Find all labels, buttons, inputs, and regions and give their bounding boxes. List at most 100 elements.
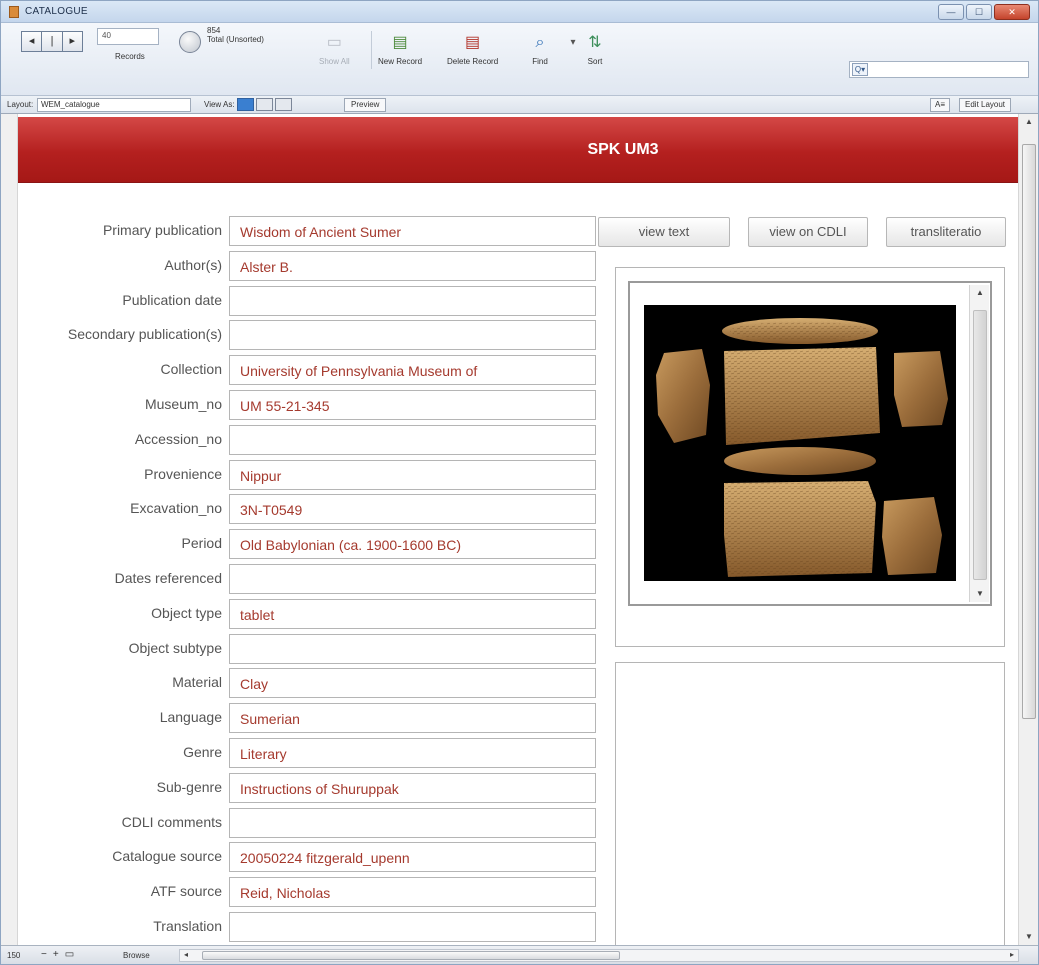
quick-find-input[interactable]: Q▾ <box>849 61 1029 78</box>
sort-icon: ⇅ <box>588 34 602 51</box>
field-label: Museum_no <box>144 396 222 412</box>
field-input[interactable]: Nippur <box>229 460 596 490</box>
book-icon: | <box>41 32 61 51</box>
field-input[interactable]: UM 55-21-345 <box>229 390 596 420</box>
field-label: Catalogue source <box>112 848 222 864</box>
table-view-button[interactable] <box>275 98 292 111</box>
catalogue-window: CATALOGUE — ☐ ✕ ◂ | ▸ 40 Records 854 Tot… <box>0 0 1039 965</box>
field-label: Collection <box>160 361 222 377</box>
field-input[interactable]: tablet <box>229 599 596 629</box>
preview-button[interactable]: Preview <box>344 98 387 112</box>
horizontal-scrollbar[interactable]: ◂ ▸ <box>179 949 1019 962</box>
field-label: CDLI comments <box>121 814 222 830</box>
delete-record-icon: ▤ <box>465 34 481 51</box>
horizontal-scroll-thumb[interactable] <box>202 951 620 960</box>
sort-label: Sort <box>587 57 603 66</box>
scroll-down-icon[interactable]: ▼ <box>1019 929 1039 945</box>
title-bar: CATALOGUE — ☐ ✕ <box>1 1 1038 23</box>
main-scroll-thumb[interactable] <box>1022 144 1036 719</box>
field-label: Translation <box>153 918 222 934</box>
tablet-obverse-script <box>724 347 880 445</box>
delete-record-label: Delete Record <box>447 57 499 66</box>
show-all-button[interactable]: ▭ Show All <box>319 31 350 66</box>
form-view-button[interactable] <box>237 98 254 111</box>
toggle-toolbar-icon[interactable]: ▭ <box>65 949 74 960</box>
view-text-button[interactable]: view text <box>598 217 730 247</box>
scroll-left-icon[interactable]: ◂ <box>184 950 188 959</box>
record-navigator[interactable]: ◂ | ▸ <box>21 31 83 52</box>
maximize-button[interactable]: ☐ <box>966 4 992 20</box>
scroll-down-icon[interactable]: ▼ <box>970 586 990 602</box>
field-input[interactable]: 3N-T0549 <box>229 494 596 524</box>
scroll-up-icon[interactable]: ▲ <box>1019 114 1039 130</box>
edit-layout-button[interactable]: Edit Layout <box>959 98 1012 112</box>
field-input[interactable]: Sumerian <box>229 703 596 733</box>
view-as-label: View As: <box>204 100 235 109</box>
field-input[interactable] <box>229 320 596 350</box>
notes-panel[interactable] <box>615 662 1005 945</box>
field-label: Object type <box>151 605 222 621</box>
main-scrollbar[interactable]: ▲ ▼ <box>1018 114 1038 945</box>
sort-button[interactable]: ⇅ Sort <box>584 31 606 66</box>
field-input[interactable] <box>229 425 596 455</box>
next-record-icon[interactable]: ▸ <box>61 32 82 51</box>
previous-record-icon[interactable]: ◂ <box>22 32 41 51</box>
record-header: SPK UM3 <box>18 117 1018 183</box>
field-label: Author(s) <box>164 257 222 273</box>
field-input[interactable] <box>229 634 596 664</box>
find-magnifier-icon: ⌕ <box>535 34 545 51</box>
field-input[interactable]: Reid, Nicholas <box>229 877 596 907</box>
minimize-button[interactable]: — <box>938 4 964 20</box>
scroll-right-icon[interactable]: ▸ <box>1010 950 1014 959</box>
layout-select[interactable]: WEM_catalogue <box>37 98 191 112</box>
close-button[interactable]: ✕ <box>994 4 1030 20</box>
field-label: Provenience <box>144 466 222 482</box>
field-label: Accession_no <box>134 431 222 447</box>
field-label: Primary publication <box>102 222 222 238</box>
new-record-button[interactable]: ▤ New Record <box>378 31 422 66</box>
formatting-bar-button[interactable]: A≡ <box>930 98 951 112</box>
search-icon[interactable]: Q▾ <box>852 63 868 76</box>
field-input[interactable]: Alster B. <box>229 251 596 281</box>
dropdown-icon: ▾ <box>570 37 576 48</box>
field-label: Genre <box>183 744 222 760</box>
view-as-buttons <box>237 98 292 111</box>
mode-popup[interactable]: Browse <box>123 951 150 960</box>
image-scrollbar[interactable]: ▲ ▼ <box>969 285 989 602</box>
field-input[interactable]: Instructions of Shuruppak <box>229 773 596 803</box>
find-button[interactable]: ⌕ Find <box>529 31 551 66</box>
window-title: CATALOGUE <box>25 6 88 17</box>
field-input[interactable]: Old Babylonian (ca. 1900-1600 BC) <box>229 529 596 559</box>
field-input[interactable] <box>229 286 596 316</box>
new-record-icon: ▤ <box>392 34 408 51</box>
field-label: Dates referenced <box>114 570 222 586</box>
field-input[interactable]: University of Pennsylvania Museum of <box>229 355 596 385</box>
image-scroll-thumb[interactable] <box>973 310 987 580</box>
transliteration-button[interactable]: transliteratio <box>886 217 1006 247</box>
field-label: Excavation_no <box>130 500 222 516</box>
scroll-up-icon[interactable]: ▲ <box>970 285 990 301</box>
status-bar: 150 − + ▭ Browse ◂ ▸ <box>1 945 1038 964</box>
found-set-pie-icon <box>179 31 201 53</box>
record-title: SPK UM3 <box>587 141 659 158</box>
field-input[interactable] <box>229 912 596 942</box>
zoom-out-icon[interactable]: − <box>41 949 47 960</box>
current-record-input[interactable]: 40 <box>97 28 159 45</box>
view-on-cdli-button[interactable]: view on CDLI <box>748 217 868 247</box>
show-all-icon: ▭ <box>326 34 342 51</box>
field-input[interactable]: Clay <box>229 668 596 698</box>
field-input[interactable]: Wisdom of Ancient Sumer <box>229 216 596 246</box>
field-input[interactable]: Literary <box>229 738 596 768</box>
list-view-button[interactable] <box>256 98 273 111</box>
tablet-right-side <box>894 351 948 427</box>
field-input[interactable] <box>229 564 596 594</box>
field-input[interactable] <box>229 808 596 838</box>
field-label: Object subtype <box>128 640 222 656</box>
delete-record-button[interactable]: ▤ Delete Record <box>447 31 498 66</box>
find-menu-button[interactable]: ▾ <box>562 31 584 55</box>
record-form: SPK UM3 Primary publication Wisdom of Anc… <box>18 117 1018 945</box>
tablet-reverse-script <box>724 481 876 577</box>
zoom-in-icon[interactable]: + <box>53 949 59 960</box>
field-input[interactable]: 20050224 fitzgerald_upenn <box>229 842 596 872</box>
zoom-level[interactable]: 150 <box>7 951 20 960</box>
